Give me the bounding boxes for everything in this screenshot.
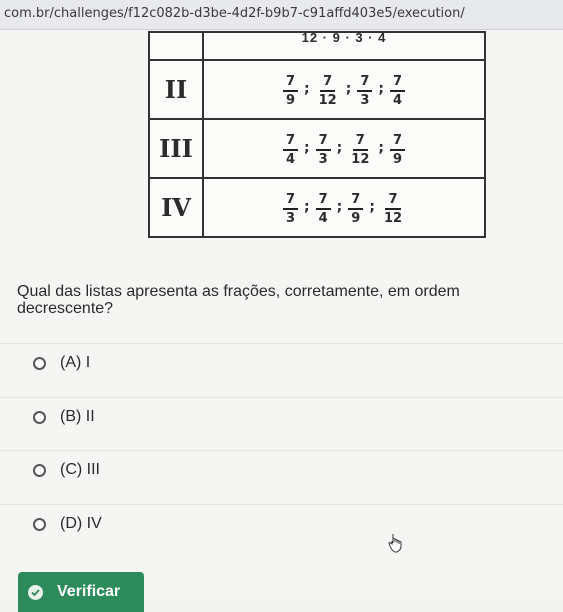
- option-label: (C) III: [60, 461, 100, 478]
- fraction-list: 7 9; 7 12; 7 3; 74: [282, 73, 406, 108]
- table-row: IV 7 3; 7 4; 7 9; 7 12: [148, 177, 486, 238]
- question-text: Qual das listas apresenta as frações, co…: [17, 283, 460, 317]
- fraction: 73: [315, 133, 331, 167]
- radio-button[interactable]: [33, 517, 46, 531]
- table-row: II 7 9; 7 12; 7 3; 74: [148, 59, 486, 120]
- fraction: 79: [282, 74, 299, 108]
- option-label: (B) II: [60, 408, 95, 425]
- fraction: 73: [357, 74, 373, 108]
- option-label: (A) I: [60, 354, 91, 371]
- option-a[interactable]: (A) I: [0, 343, 563, 382]
- option-label: (D) IV: [60, 515, 102, 532]
- fraction: 74: [282, 133, 299, 167]
- radio-button[interactable]: [33, 410, 46, 424]
- table-row-partial: 12 · 9 · 3 · 4: [301, 30, 387, 45]
- fraction: 7 12: [383, 191, 403, 226]
- row-label: IV: [148, 177, 204, 238]
- option-d[interactable]: (D) IV: [0, 504, 563, 543]
- verify-button[interactable]: Verificar: [18, 572, 144, 612]
- fraction: 74: [389, 74, 406, 108]
- hand-cursor-icon: [388, 534, 402, 553]
- fraction: 7 12: [351, 132, 370, 167]
- check-icon: [28, 584, 43, 600]
- fraction: 79: [389, 133, 406, 167]
- fraction-list: 7 3; 7 4; 7 9; 7 12: [282, 191, 405, 226]
- exercise-content: 12 · 9 · 3 · 4 II 7 9; 7 12; 7 3; 74 III 74…: [0, 30, 563, 612]
- radio-button[interactable]: [33, 463, 46, 477]
- address-bar[interactable]: com.br/challenges/f12c082b-d3be-4d2f-b9b…: [0, 0, 563, 30]
- option-c[interactable]: (C) III: [0, 450, 563, 489]
- option-b[interactable]: (B) II: [0, 397, 563, 436]
- table-row: III 7 4; 7 3; 7 12; 79: [148, 118, 486, 179]
- row-label: II: [148, 59, 204, 120]
- row-label: III: [148, 118, 204, 179]
- radio-button[interactable]: [33, 356, 46, 370]
- fraction: 7 12: [318, 73, 337, 108]
- fraction: 73: [282, 192, 299, 226]
- fraction: 74: [315, 192, 331, 226]
- verify-label: Verificar: [57, 583, 121, 600]
- fractions-table: 12 · 9 · 3 · 4 II 7 9; 7 12; 7 3; 74 III 74…: [148, 30, 486, 238]
- fraction: 79: [348, 192, 364, 226]
- fraction-list: 7 4; 7 3; 7 12; 79: [282, 132, 406, 167]
